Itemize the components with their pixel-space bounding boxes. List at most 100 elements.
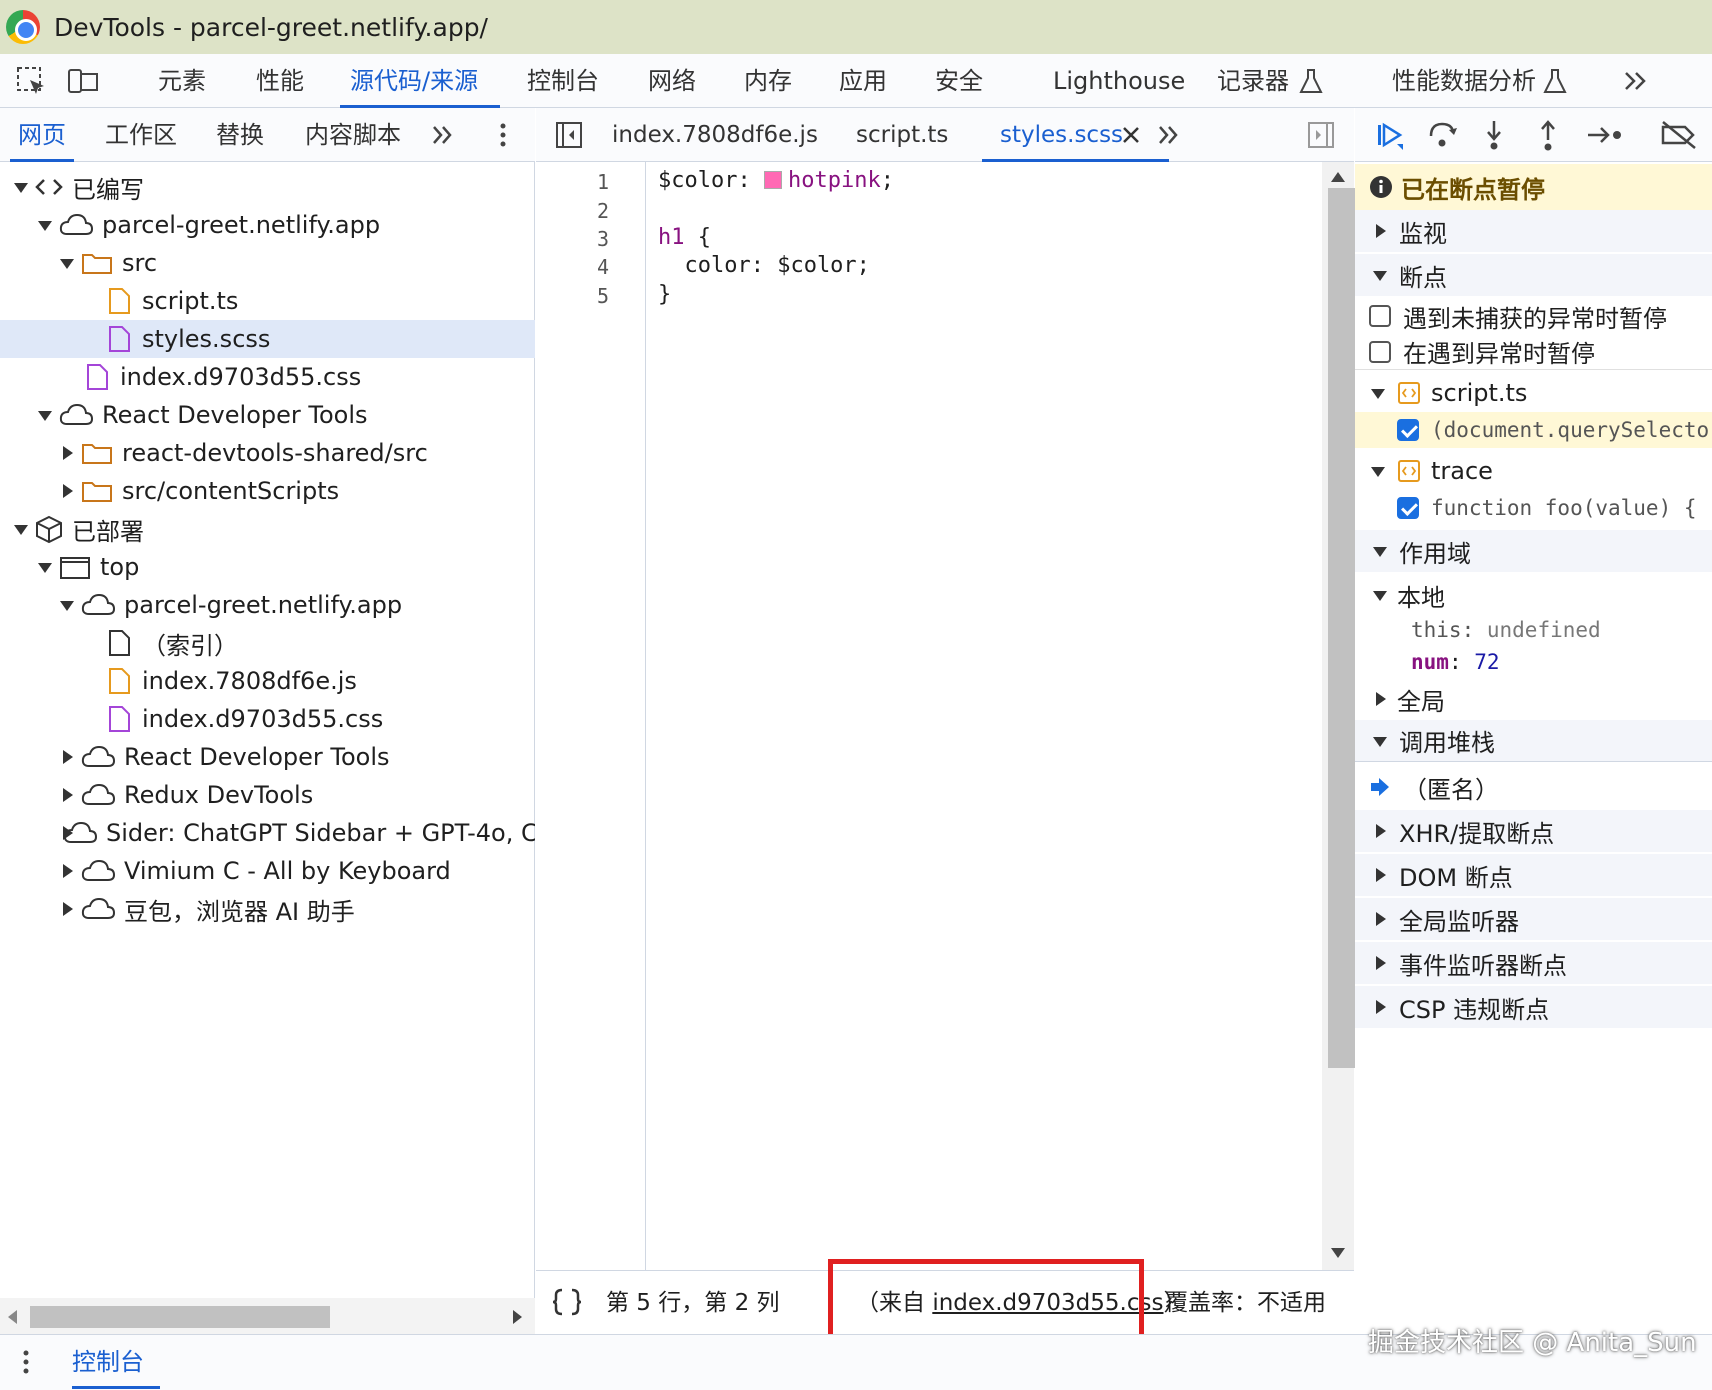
toggle-navigator-icon[interactable] [554, 120, 584, 150]
tree-item-file[interactable]: （索引） [0, 624, 535, 662]
scope-variable[interactable]: this: undefined [1355, 614, 1712, 646]
section-dom-breakpoints[interactable]: DOM 断点 [1355, 854, 1712, 896]
vertical-scrollbar[interactable] [1322, 162, 1356, 1270]
more-tabs-icon[interactable] [1618, 64, 1652, 98]
breakpoint-item-active[interactable]: (document.querySelecto [1355, 412, 1712, 448]
expand-arrow-icon[interactable] [1369, 462, 1387, 480]
scroll-right-icon[interactable] [512, 1310, 522, 1324]
section-call-stack[interactable]: 调用堆栈 [1355, 720, 1712, 762]
tab-performance[interactable]: 性能 [256, 54, 304, 108]
collapse-arrow-icon[interactable] [1371, 954, 1389, 972]
tree-item-extension[interactable]: React Developer Tools [0, 396, 535, 434]
tree-item-extension[interactable]: React Developer Tools [0, 738, 535, 776]
more-tabs-icon[interactable] [1154, 120, 1184, 150]
collapse-arrow-icon[interactable] [58, 482, 76, 500]
nav-tab-page[interactable]: 网页 [10, 108, 74, 162]
nav-tab-workspace[interactable]: 工作区 [105, 108, 177, 162]
tree-item-extension[interactable]: 豆包，浏览器 AI 助手 [0, 890, 535, 928]
toggle-debugger-icon[interactable] [1306, 120, 1336, 150]
file-tab-script-ts[interactable]: script.ts [856, 108, 948, 162]
code-line[interactable]: color: $color; [658, 251, 869, 281]
section-scope[interactable]: 作用域 [1355, 530, 1712, 572]
tab-lighthouse[interactable]: Lighthouse [1053, 54, 1185, 108]
resume-icon[interactable] [1373, 118, 1407, 152]
scrollbar-thumb[interactable] [1328, 188, 1356, 1068]
tree-item-folder[interactable]: src/contentScripts [0, 472, 535, 510]
expand-arrow-icon[interactable] [1369, 384, 1387, 402]
scroll-left-icon[interactable] [8, 1310, 18, 1324]
tree-item-site[interactable]: parcel-greet.netlify.app [0, 586, 535, 624]
inspect-element-icon[interactable] [14, 64, 48, 98]
horizontal-scrollbar[interactable] [0, 1298, 535, 1334]
deactivate-breakpoints-icon[interactable] [1659, 118, 1699, 152]
expand-arrow-icon[interactable] [1371, 542, 1389, 560]
tree-item-file-selected[interactable]: styles.scss [0, 320, 535, 358]
scope-variable[interactable]: num: 72 [1355, 646, 1712, 678]
expand-arrow-icon[interactable] [1371, 266, 1389, 284]
kebab-menu-icon[interactable] [16, 1347, 36, 1377]
tree-item-file[interactable]: index.7808df6e.js [0, 662, 535, 700]
tree-item-folder[interactable]: src [0, 244, 535, 282]
breakpoint-checkbox[interactable] [1397, 497, 1419, 519]
expand-arrow-icon[interactable] [1371, 586, 1389, 604]
tree-item-deployed[interactable]: 已部署 [0, 510, 535, 548]
section-watch[interactable]: 监视 [1355, 210, 1712, 252]
line-number[interactable]: 2 [597, 199, 609, 223]
collapse-arrow-icon[interactable] [1371, 690, 1389, 708]
expand-arrow-icon[interactable] [36, 406, 54, 424]
collapse-arrow-icon[interactable] [58, 748, 76, 766]
collapse-arrow-icon[interactable] [1371, 222, 1389, 240]
pause-caught-checkbox[interactable] [1369, 340, 1391, 363]
tree-item-file[interactable]: script.ts [0, 282, 535, 320]
scroll-up-icon[interactable] [1331, 172, 1345, 182]
tree-item-folder[interactable]: react-devtools-shared/src [0, 434, 535, 472]
collapse-arrow-icon[interactable] [1371, 866, 1389, 884]
scope-global[interactable]: 全局 [1355, 680, 1712, 718]
tab-elements[interactable]: 元素 [158, 54, 206, 108]
section-xhr-breakpoints[interactable]: XHR/提取断点 [1355, 810, 1712, 852]
nav-tab-overrides[interactable]: 替换 [216, 108, 264, 162]
nav-tab-content-scripts[interactable]: 内容脚本 [305, 108, 401, 162]
expand-arrow-icon[interactable] [36, 216, 54, 234]
scope-local[interactable]: 本地 [1355, 576, 1712, 614]
section-csp-breakpoints[interactable]: CSP 违规断点 [1355, 986, 1712, 1028]
step-icon[interactable] [1585, 118, 1625, 152]
scrollbar-thumb[interactable] [30, 1306, 330, 1328]
tree-item-file[interactable]: index.d9703d55.css [0, 358, 535, 396]
tab-performance-insights[interactable]: 性能数据分析 [1392, 54, 1536, 108]
scroll-down-icon[interactable] [1331, 1248, 1345, 1258]
line-number[interactable]: 3 [597, 227, 609, 251]
close-tab-icon[interactable] [1120, 124, 1142, 146]
expand-arrow-icon[interactable] [36, 558, 54, 576]
pause-uncaught-option[interactable]: 遇到未捕获的异常时暂停 [1355, 298, 1712, 334]
tree-item-extension[interactable]: Redux DevTools [0, 776, 535, 814]
device-toolbar-icon[interactable] [66, 64, 100, 98]
step-into-icon[interactable] [1477, 118, 1511, 152]
kebab-menu-icon[interactable] [488, 120, 518, 150]
expand-arrow-icon[interactable] [58, 596, 76, 614]
pause-caught-option[interactable]: 在遇到异常时暂停 [1355, 334, 1712, 370]
tree-item-authored[interactable]: 已编写 [0, 168, 535, 206]
collapse-arrow-icon[interactable] [58, 444, 76, 462]
pause-uncaught-checkbox[interactable] [1369, 305, 1391, 327]
pretty-print-braces-icon[interactable] [550, 1287, 584, 1317]
collapse-arrow-icon[interactable] [58, 862, 76, 880]
breakpoint-file-group[interactable]: trace [1355, 452, 1712, 490]
section-global-listeners[interactable]: 全局监听器 [1355, 898, 1712, 940]
color-swatch[interactable] [763, 171, 782, 189]
call-frame[interactable]: （匿名） [1355, 766, 1712, 808]
line-number[interactable]: 4 [597, 255, 609, 279]
tab-network[interactable]: 网络 [648, 54, 696, 108]
code-line[interactable]: $color: hotpink; [658, 166, 894, 196]
line-number[interactable]: 5 [597, 284, 609, 308]
tree-item-frame[interactable]: top [0, 548, 535, 586]
tab-recorder[interactable]: 记录器 [1217, 54, 1289, 108]
collapse-arrow-icon[interactable] [1371, 998, 1389, 1016]
step-out-icon[interactable] [1531, 118, 1565, 152]
tab-security[interactable]: 安全 [935, 54, 983, 108]
expand-arrow-icon[interactable] [12, 520, 30, 538]
section-event-listener-breakpoints[interactable]: 事件监听器断点 [1355, 942, 1712, 984]
tree-item-extension[interactable]: Vimium C - All by Keyboard [0, 852, 535, 890]
tab-memory[interactable]: 内存 [744, 54, 792, 108]
expand-arrow-icon[interactable] [58, 254, 76, 272]
